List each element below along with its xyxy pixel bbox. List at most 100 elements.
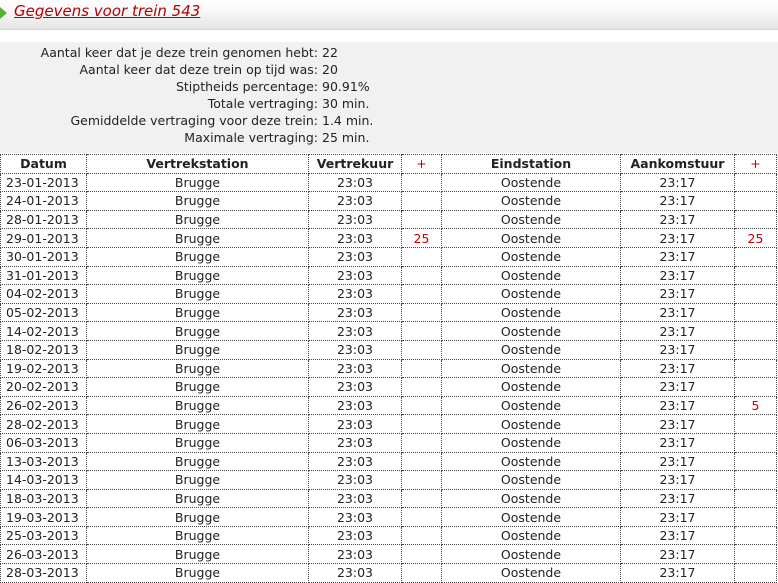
stat-value: 25 min. — [322, 130, 370, 145]
datum-cell: 04-02-2013 — [0, 284, 87, 304]
aankomst-delay-cell — [734, 414, 777, 434]
aankomstuur-cell: 23:17 — [620, 525, 735, 546]
eindstation-cell: Oostende — [441, 246, 621, 267]
vertrekuur-cell: 23:03 — [308, 544, 402, 565]
table-row: 29-01-2013 Brugge 23:03 25 Oostende 23:17 25 — [0, 228, 777, 248]
vertrekstation-cell: Brugge — [86, 544, 309, 565]
vertrek-delay-cell — [401, 302, 442, 323]
vertrekstation-cell: Brugge — [86, 563, 309, 583]
eindstation-cell: Oostende — [441, 302, 621, 323]
eindstation-cell: Oostende — [441, 414, 621, 434]
vertrek-delay-cell — [401, 470, 442, 490]
vertrek-delay-cell — [401, 191, 442, 211]
stat-row: Totale vertraging: 30 min. — [0, 95, 778, 112]
vertrekuur-cell: 23:03 — [308, 339, 402, 360]
vertrekuur-cell: 23:03 — [308, 395, 402, 416]
stat-value: 90.91% — [322, 79, 370, 94]
vertrekuur-cell: 23:03 — [308, 563, 402, 583]
page-title-link[interactable]: Gegevens voor trein 543 — [14, 2, 200, 20]
vertrekstation-cell: Brugge — [86, 525, 309, 546]
vertrek-delay-cell — [401, 172, 442, 193]
datum-cell: 28-01-2013 — [0, 209, 87, 230]
table-row: 19-02-2013 Brugge 23:03 Oostende 23:17 — [0, 358, 777, 379]
eindstation-cell: Oostende — [441, 172, 621, 193]
vertrek-delay-cell — [401, 321, 442, 341]
table-row: 04-02-2013 Brugge 23:03 Oostende 23:17 — [0, 284, 777, 304]
eindstation-cell: Oostende — [441, 451, 621, 472]
datum-cell: 24-01-2013 — [0, 191, 87, 211]
vertrekstation-cell: Brugge — [86, 246, 309, 267]
vertrek-delay-cell — [401, 525, 442, 546]
eindstation-cell: Oostende — [441, 395, 621, 416]
table-row: 19-03-2013 Brugge 23:03 Oostende 23:17 — [0, 507, 777, 527]
vertrek-delay-cell — [401, 451, 442, 472]
datum-cell: 26-02-2013 — [0, 395, 87, 416]
vertrekstation-cell: Brugge — [86, 228, 309, 248]
aankomstuur-cell: 23:17 — [620, 302, 735, 323]
triangle-arrow-icon — [0, 7, 7, 19]
aankomstuur-cell: 23:17 — [620, 321, 735, 341]
table-row: 20-02-2013 Brugge 23:03 Oostende 23:17 — [0, 377, 777, 397]
col-header-eindstation[interactable]: Eindstation — [441, 154, 621, 174]
table-row: 24-01-2013 Brugge 23:03 Oostende 23:17 — [0, 191, 777, 211]
aankomst-delay-cell — [734, 507, 777, 527]
aankomstuur-cell: 23:17 — [620, 339, 735, 360]
col-header-aankomst-delay[interactable]: + — [734, 154, 777, 174]
datum-cell: 23-01-2013 — [0, 172, 87, 193]
col-header-vertrekuur[interactable]: Vertrekuur — [308, 154, 402, 174]
aankomstuur-cell: 23:17 — [620, 507, 735, 527]
table-row: 26-02-2013 Brugge 23:03 Oostende 23:17 5 — [0, 395, 777, 416]
eindstation-cell: Oostende — [441, 525, 621, 546]
vertrekstation-cell: Brugge — [86, 321, 309, 341]
aankomstuur-cell: 23:17 — [620, 377, 735, 397]
col-header-datum[interactable]: Datum — [0, 154, 87, 174]
stat-label: Totale vertraging: — [207, 96, 318, 111]
datum-cell: 26-03-2013 — [0, 544, 87, 565]
stat-value: 1.4 min. — [322, 113, 374, 128]
stat-label: Stiptheids percentage: — [175, 79, 318, 94]
vertrekuur-cell: 23:03 — [308, 246, 402, 267]
datum-cell: 06-03-2013 — [0, 432, 87, 453]
vertrekuur-cell: 23:03 — [308, 470, 402, 490]
stat-label: Maximale vertraging: — [184, 130, 318, 145]
vertrek-delay-cell — [401, 488, 442, 509]
col-header-vertrekstation[interactable]: Vertrekstation — [86, 154, 309, 174]
stat-label: Aantal keer dat je deze trein genomen he… — [40, 45, 318, 60]
table-row: 18-03-2013 Brugge 23:03 Oostende 23:17 — [0, 488, 777, 509]
vertrekstation-cell: Brugge — [86, 172, 309, 193]
vertrek-delay-cell — [401, 395, 442, 416]
vertrek-delay-cell — [401, 432, 442, 453]
stats-panel: Aantal keer dat je deze trein genomen he… — [0, 42, 778, 153]
table-row: 14-03-2013 Brugge 23:03 Oostende 23:17 — [0, 470, 777, 490]
aankomstuur-cell: 23:17 — [620, 544, 735, 565]
eindstation-cell: Oostende — [441, 191, 621, 211]
aankomst-delay-cell — [734, 339, 777, 360]
table-row: 28-01-2013 Brugge 23:03 Oostende 23:17 — [0, 209, 777, 230]
eindstation-cell: Oostende — [441, 284, 621, 304]
vertrek-delay-cell — [401, 377, 442, 397]
aankomstuur-cell: 23:17 — [620, 209, 735, 230]
aankomstuur-cell: 23:17 — [620, 395, 735, 416]
vertrekstation-cell: Brugge — [86, 395, 309, 416]
table-row: 28-03-2013 Brugge 23:03 Oostende 23:17 — [0, 563, 777, 583]
aankomstuur-cell: 23:17 — [620, 470, 735, 490]
col-header-vertrek-delay[interactable]: + — [401, 154, 442, 174]
col-header-aankomstuur[interactable]: Aankomstuur — [620, 154, 735, 174]
datum-cell: 28-03-2013 — [0, 563, 87, 583]
table-row: 06-03-2013 Brugge 23:03 Oostende 23:17 — [0, 432, 777, 453]
datum-cell: 19-02-2013 — [0, 358, 87, 379]
aankomst-delay-cell — [734, 377, 777, 397]
aankomstuur-cell: 23:17 — [620, 563, 735, 583]
aankomst-delay-cell — [734, 488, 777, 509]
datum-cell: 20-02-2013 — [0, 377, 87, 397]
aankomst-delay-cell: 5 — [734, 395, 777, 416]
vertrekstation-cell: Brugge — [86, 451, 309, 472]
vertrekuur-cell: 23:03 — [308, 191, 402, 211]
aankomst-delay-cell — [734, 470, 777, 490]
aankomst-delay-cell — [734, 209, 777, 230]
vertrekstation-cell: Brugge — [86, 284, 309, 304]
datum-cell: 18-03-2013 — [0, 488, 87, 509]
aankomstuur-cell: 23:17 — [620, 228, 735, 248]
table-row: 28-02-2013 Brugge 23:03 Oostende 23:17 — [0, 414, 777, 434]
stat-label: Gemiddelde vertraging voor deze trein: — [70, 113, 318, 128]
